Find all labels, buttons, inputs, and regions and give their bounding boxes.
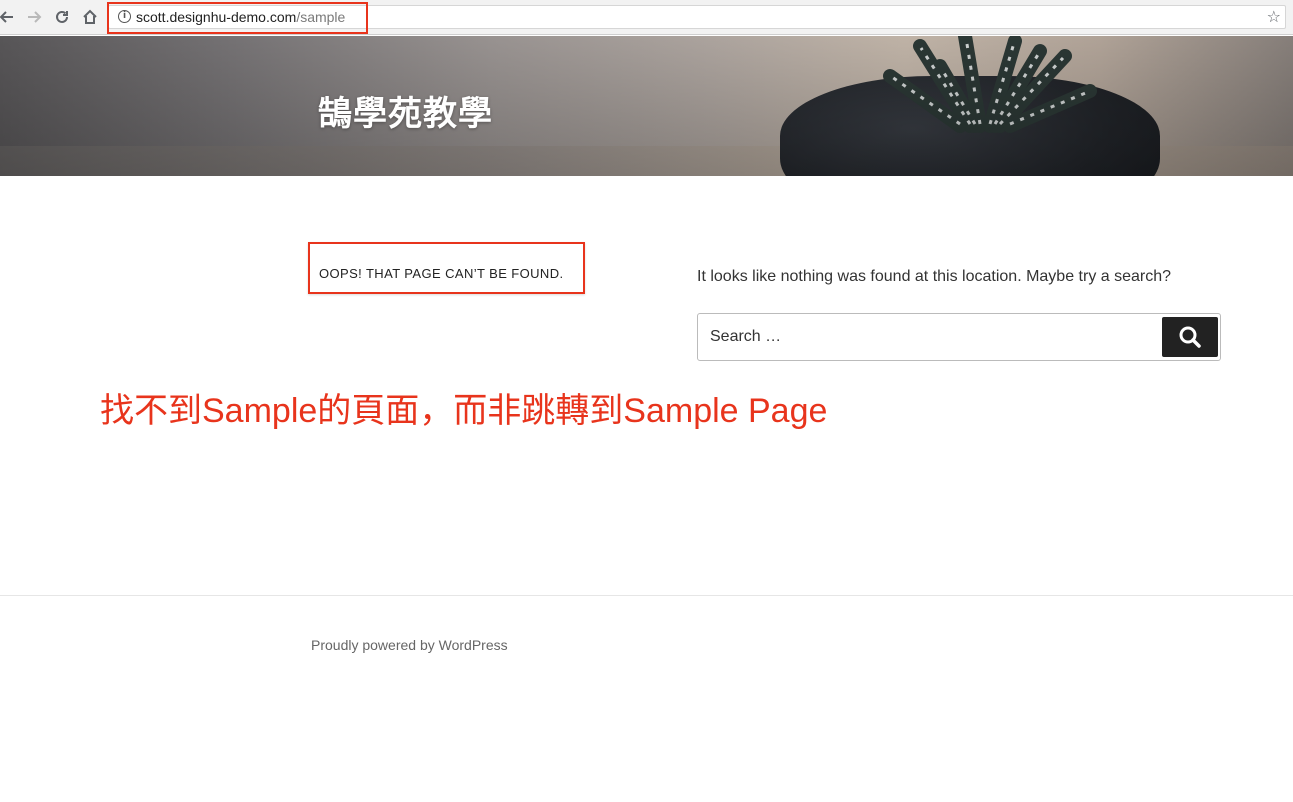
search-icon	[1179, 326, 1201, 348]
footer-credit-link[interactable]: Proudly powered by WordPress	[311, 637, 508, 653]
forward-icon[interactable]	[24, 7, 44, 27]
annotation-note: 找不到Sample的頁面，而非跳轉到Sample Page	[100, 392, 828, 430]
page-title: OOPS! THAT PAGE CAN’T BE FOUND.	[319, 266, 564, 281]
reload-icon[interactable]	[52, 7, 72, 27]
search-input[interactable]	[699, 315, 1159, 359]
header-shade	[0, 36, 1293, 176]
search-button[interactable]	[1162, 317, 1218, 357]
search-form	[697, 313, 1221, 361]
site-title[interactable]: 鵠學苑教學	[318, 86, 493, 135]
home-icon[interactable]	[80, 7, 100, 27]
browser-toolbar: i scott.designhu-demo.com/sample ☆	[0, 0, 1293, 35]
back-icon[interactable]	[0, 7, 17, 27]
footer-divider	[0, 595, 1293, 596]
star-icon[interactable]: ☆	[1267, 7, 1281, 26]
site-header: 鵠學苑教學	[0, 36, 1293, 176]
url-highlight-box	[107, 2, 368, 34]
page-title-highlight-box: OOPS! THAT PAGE CAN’T BE FOUND.	[308, 242, 585, 294]
not-found-message: It looks like nothing was found at this …	[697, 268, 1172, 285]
